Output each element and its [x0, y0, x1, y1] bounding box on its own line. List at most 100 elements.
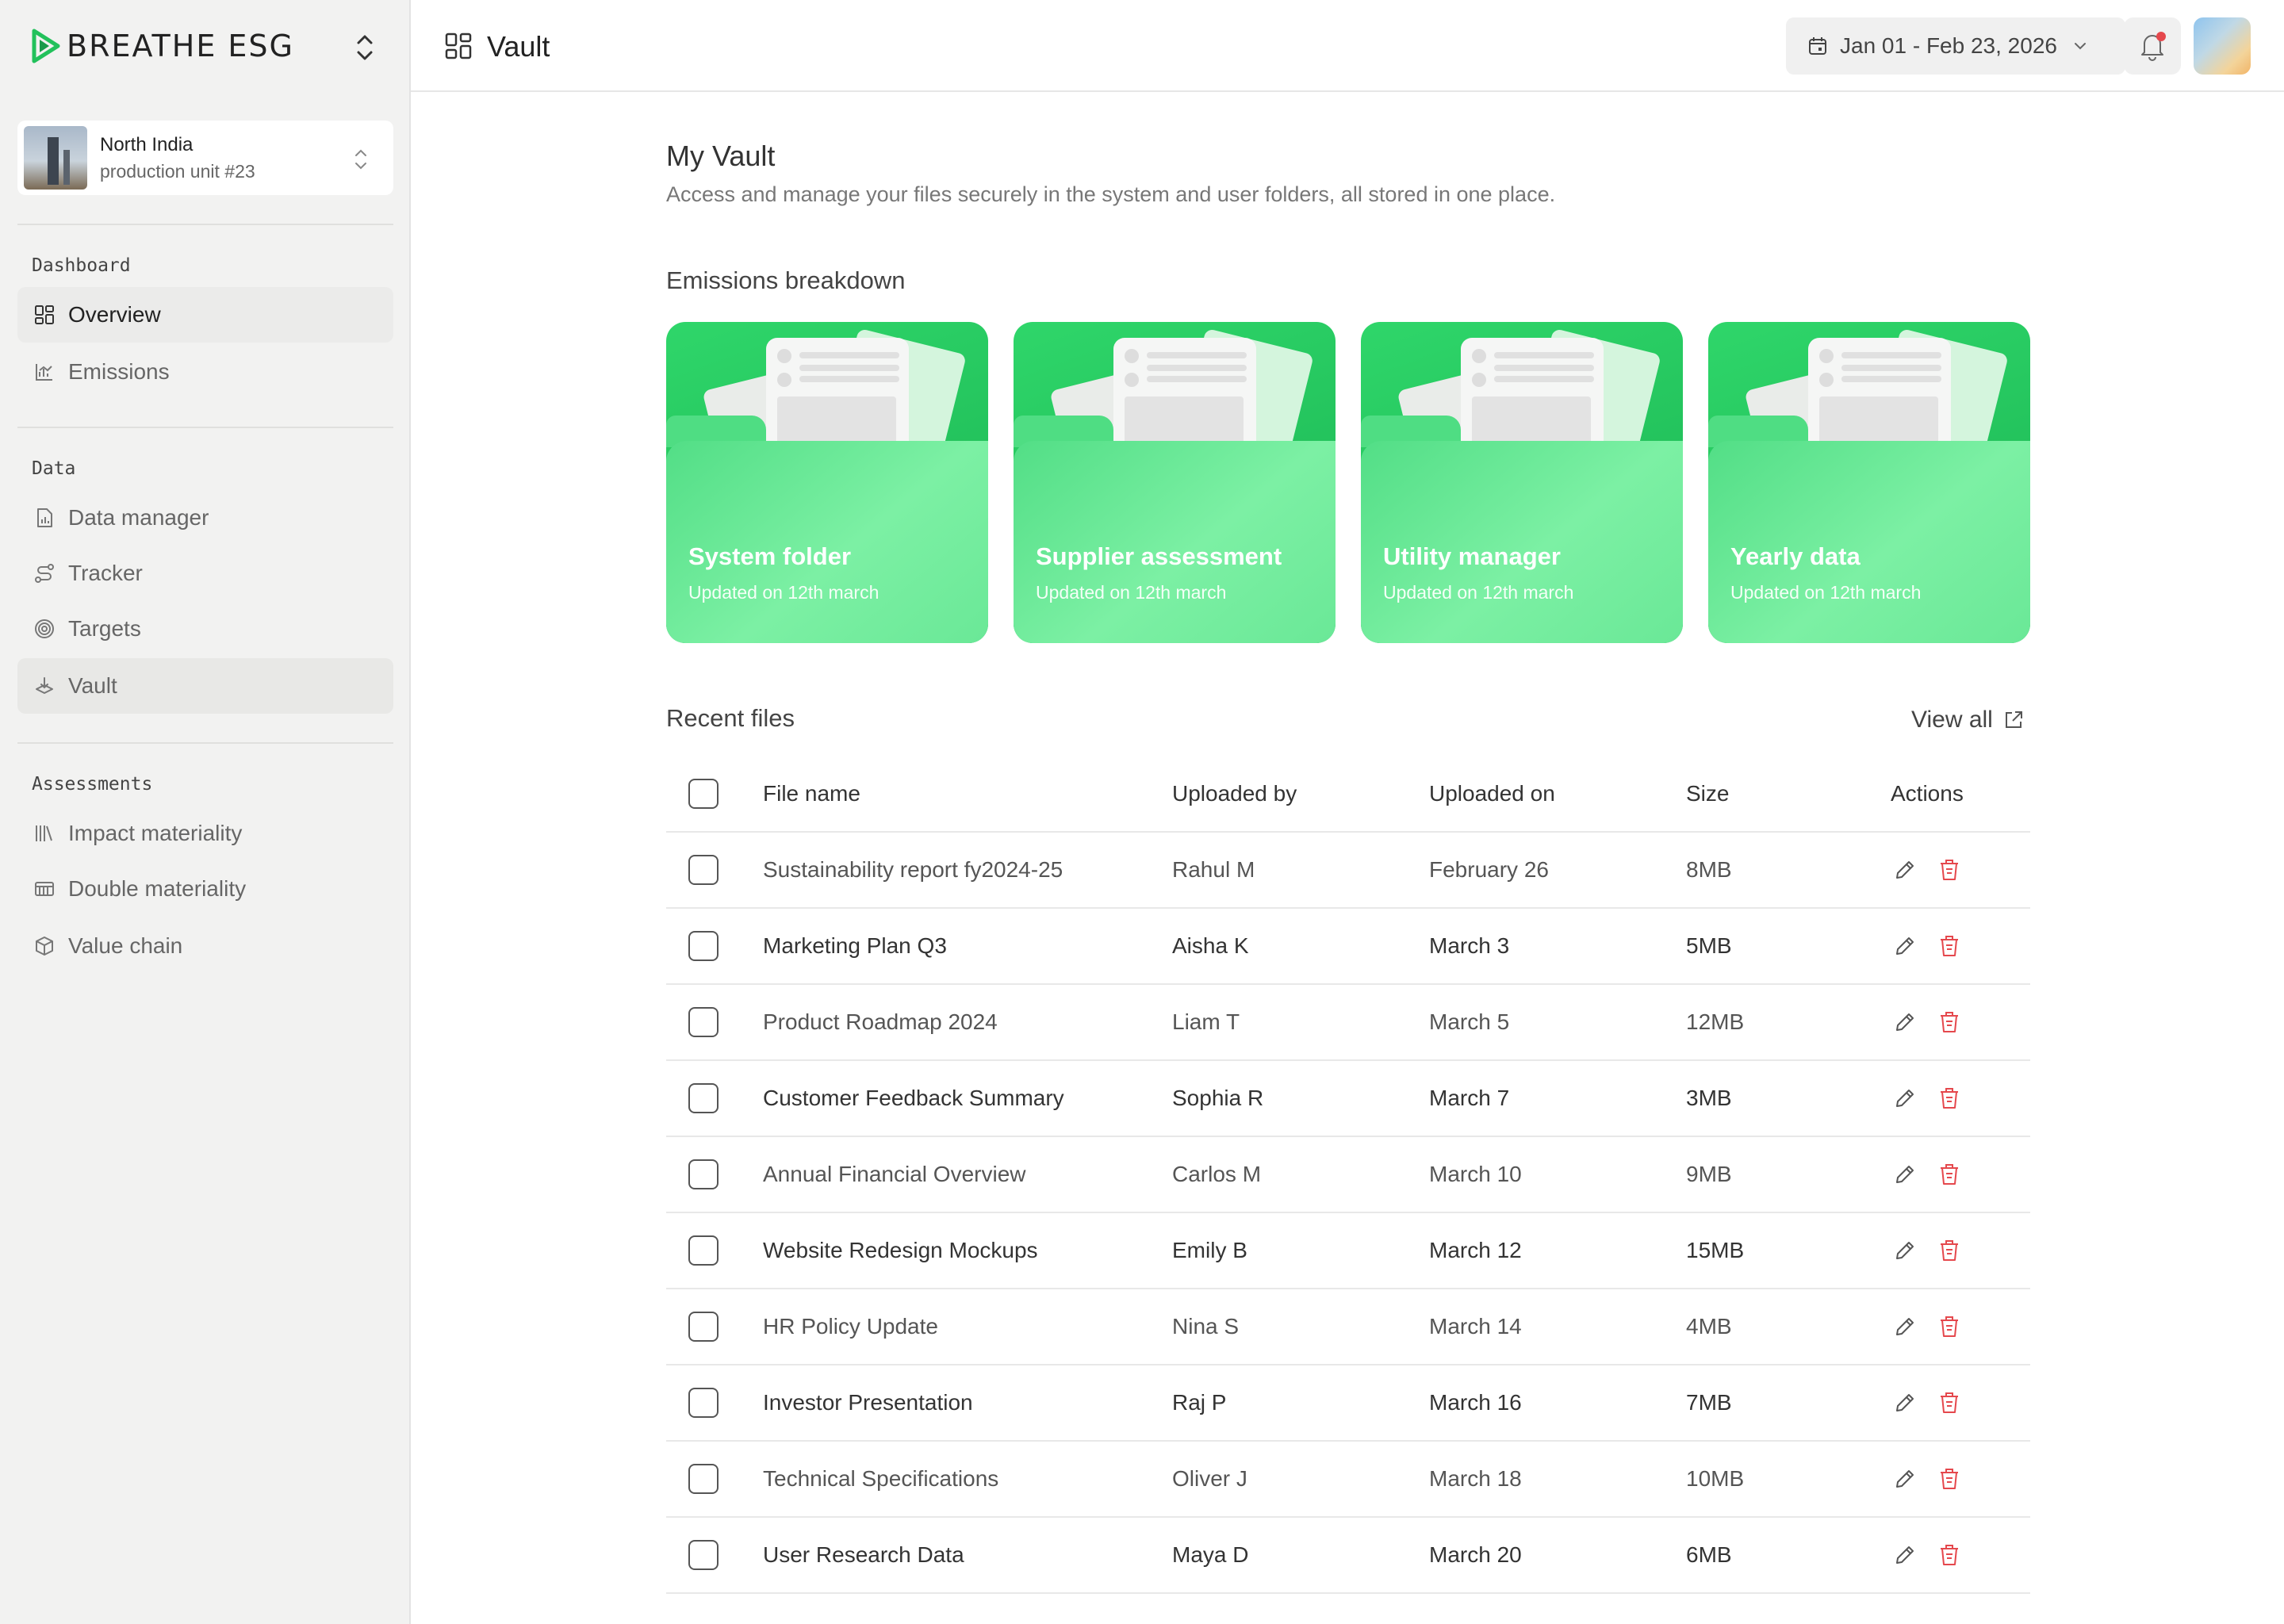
avatar[interactable] [2194, 17, 2251, 75]
sidebar-item-vault[interactable]: Vault [17, 658, 393, 714]
edit-icon[interactable] [1891, 1160, 1919, 1189]
file-name[interactable]: Sustainability report fy2024-25 [763, 833, 1063, 907]
sidebar-item-double-materiality[interactable]: Double materiality [17, 861, 393, 917]
trash-icon[interactable] [1935, 1388, 1964, 1417]
row-checkbox[interactable] [688, 1083, 719, 1113]
chevron-up-down-icon [355, 149, 366, 170]
file-name[interactable]: HR Policy Update [763, 1289, 938, 1364]
edit-icon[interactable] [1891, 1084, 1919, 1113]
file-size: 10MB [1686, 1466, 1745, 1491]
file-name[interactable]: Annual Financial Overview [763, 1137, 1026, 1212]
books-icon [36, 825, 52, 841]
folder-title: System folder [688, 542, 852, 570]
table-header: File name Uploaded by Uploaded on Size A… [666, 756, 2030, 833]
nav-heading-data: Data [32, 458, 76, 479]
topbar: Vault Jan 01 - Feb 23, 2026 [411, 0, 2284, 92]
edit-icon[interactable] [1891, 932, 1919, 960]
uploaded-on: March 20 [1429, 1542, 1522, 1567]
sidebar: BREATHE ESG North India production unit … [0, 0, 411, 1624]
row-actions [1891, 1518, 1964, 1592]
file-name[interactable]: User Research Data [763, 1518, 964, 1592]
chevron-up-down-icon[interactable] [352, 30, 377, 65]
row-checkbox[interactable] [688, 931, 719, 961]
sidebar-item-value-chain[interactable]: Value chain [17, 918, 393, 974]
folder-card[interactable]: Supplier assessment Updated on 12th march [1014, 322, 1336, 643]
trash-icon[interactable] [1935, 1084, 1964, 1113]
sidebar-item-overview[interactable]: Overview [17, 287, 393, 343]
sidebar-item-label: Impact materiality [68, 821, 243, 845]
file-name[interactable]: Investor Presentation [763, 1365, 973, 1440]
table-row[interactable]: Technical Specifications Oliver J March 18… [666, 1442, 2030, 1518]
divider [17, 427, 393, 428]
row-checkbox[interactable] [688, 1312, 719, 1342]
file-name[interactable]: Customer Feedback Summary [763, 1061, 1064, 1136]
brand[interactable]: BREATHE ESG [32, 29, 294, 63]
file-name[interactable]: Product Roadmap 2024 [763, 985, 998, 1059]
folder-card[interactable]: System folder Updated on 12th march [666, 322, 988, 643]
uploaded-by: Maya D [1172, 1542, 1249, 1567]
trash-icon[interactable] [1935, 932, 1964, 960]
sidebar-item-tracker[interactable]: Tracker [17, 546, 393, 601]
sidebar-item-emissions[interactable]: Emissions [17, 344, 393, 400]
sidebar-item-targets[interactable]: Targets [17, 601, 393, 657]
edit-icon[interactable] [1891, 1465, 1919, 1493]
folder-card[interactable]: Yearly data Updated on 12th march [1708, 322, 2030, 643]
select-all-checkbox[interactable] [688, 779, 719, 809]
sidebar-item-label: Emissions [68, 359, 170, 384]
column-header-uploaded-on[interactable]: Uploaded on [1429, 756, 1555, 831]
table-row[interactable]: HR Policy Update Nina S March 14 4MB [666, 1289, 2030, 1365]
table-row[interactable]: Customer Feedback Summary Sophia R March 7… [666, 1061, 2030, 1137]
row-checkbox[interactable] [688, 1235, 719, 1266]
edit-icon[interactable] [1891, 1008, 1919, 1036]
table-row[interactable]: Investor Presentation Raj P March 16 7MB [666, 1365, 2030, 1442]
table-row[interactable]: Product Roadmap 2024 Liam T March 5 12MB [666, 985, 2030, 1061]
target-icon [35, 619, 54, 638]
edit-icon[interactable] [1891, 1236, 1919, 1265]
file-name[interactable]: Website Redesign Mockups [763, 1213, 1038, 1288]
file-name[interactable]: Marketing Plan Q3 [763, 909, 947, 983]
table-row[interactable]: User Research Data Maya D March 20 6MB [666, 1518, 2030, 1594]
external-link-icon [2005, 711, 2022, 728]
view-all-link[interactable]: View all [1911, 704, 2025, 736]
table-row[interactable]: Sustainability report fy2024-25 Rahul M Fe… [666, 833, 2030, 909]
date-range-picker[interactable]: Jan 01 - Feb 23, 2026 [1786, 17, 2125, 75]
row-checkbox[interactable] [688, 1540, 719, 1570]
row-actions [1891, 1137, 1964, 1212]
edit-icon[interactable] [1891, 856, 1919, 884]
row-checkbox[interactable] [688, 1388, 719, 1418]
nav-heading-assessments: Assessments [32, 774, 153, 795]
folder-updated: Updated on 12th march [688, 582, 879, 603]
trash-icon[interactable] [1935, 856, 1964, 884]
folder-updated: Updated on 12th march [1730, 582, 1922, 603]
edit-icon[interactable] [1891, 1312, 1919, 1341]
sidebar-item-label: Tracker [68, 561, 143, 585]
table-row[interactable]: Annual Financial Overview Carlos M March 1… [666, 1137, 2030, 1213]
edit-icon[interactable] [1891, 1388, 1919, 1417]
sidebar-item-label: Targets [68, 616, 141, 641]
file-name[interactable]: Technical Specifications [763, 1442, 998, 1516]
trash-icon[interactable] [1935, 1160, 1964, 1189]
trash-icon[interactable] [1935, 1008, 1964, 1036]
row-checkbox[interactable] [688, 855, 719, 885]
trash-icon[interactable] [1935, 1541, 1964, 1569]
row-checkbox[interactable] [688, 1007, 719, 1037]
trash-icon[interactable] [1935, 1312, 1964, 1341]
folder-card[interactable]: Utility manager Updated on 12th march [1361, 322, 1683, 643]
edit-icon[interactable] [1891, 1541, 1919, 1569]
sidebar-item-data-manager[interactable]: Data manager [17, 490, 393, 546]
site-switcher[interactable]: North India production unit #23 [17, 121, 393, 195]
table-row[interactable]: Website Redesign Mockups Emily B March 12 1… [666, 1213, 2030, 1289]
table-row[interactable]: Marketing Plan Q3 Aisha K March 3 5MB [666, 909, 2030, 985]
sidebar-item-impact-materiality[interactable]: Impact materiality [17, 806, 393, 861]
row-checkbox[interactable] [688, 1159, 719, 1189]
sidebar-item-label: Data manager [68, 505, 209, 530]
divider [17, 224, 393, 225]
uploaded-on: March 16 [1429, 1390, 1522, 1415]
column-header-file-name[interactable]: File name [763, 756, 860, 831]
trash-icon[interactable] [1935, 1236, 1964, 1265]
column-header-uploaded-by[interactable]: Uploaded by [1172, 756, 1297, 831]
row-checkbox[interactable] [688, 1464, 719, 1494]
trash-icon[interactable] [1935, 1465, 1964, 1493]
column-header-size[interactable]: Size [1686, 756, 1729, 831]
notifications-button[interactable] [2124, 17, 2181, 75]
